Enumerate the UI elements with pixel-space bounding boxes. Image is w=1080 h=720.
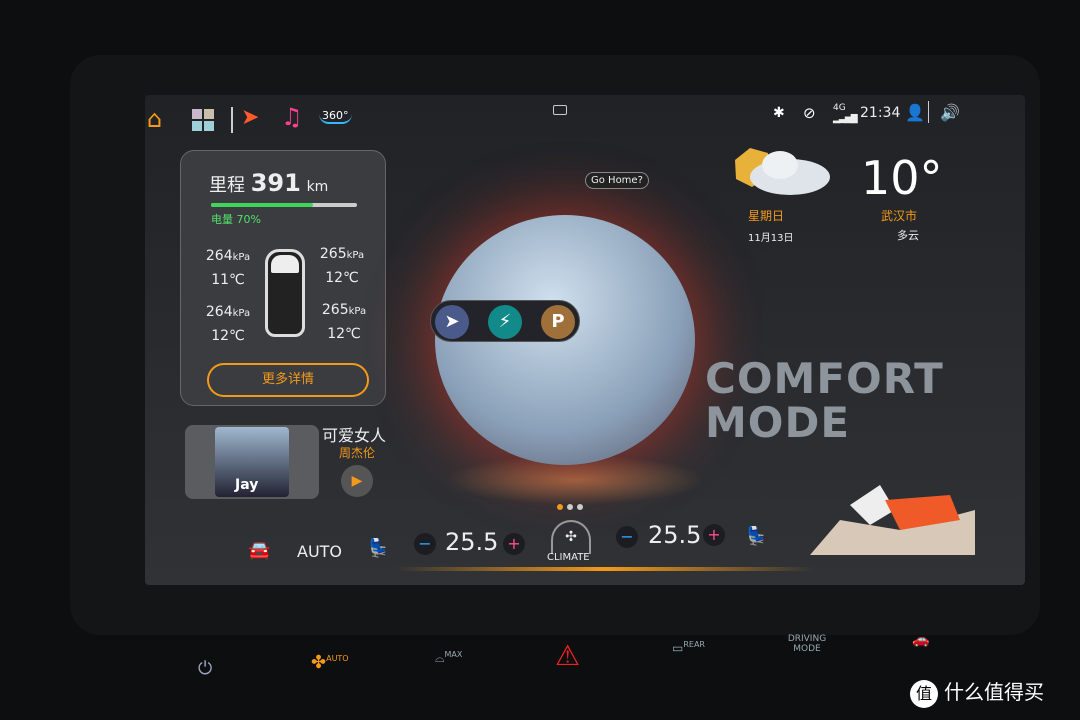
wifi-off-icon[interactable]: ⊘ [803, 104, 816, 122]
signal-icon: ▂▃▅▇ [833, 114, 858, 124]
climate-label[interactable]: CLIMATE [547, 552, 590, 563]
tire-front-left: 264kPa 11℃ [205, 248, 251, 288]
play-button[interactable]: ▶ [341, 465, 373, 497]
date: 11月13日 [748, 233, 794, 244]
album-art: Jay [215, 427, 289, 497]
poi-quick-bar: ➤ ⚡ P [430, 300, 580, 342]
navigate-button[interactable]: ➤ [435, 305, 469, 339]
page-indicator [555, 495, 585, 514]
watermark: 值什么值得买 [910, 676, 1044, 708]
fox-illustration [810, 485, 975, 555]
range-unit: km [306, 179, 329, 195]
right-temp-minus-button[interactable]: − [616, 526, 638, 548]
range-value: 391 [250, 169, 301, 197]
song-artist: 周杰伦 [339, 446, 376, 460]
weekday: 星期日 [748, 209, 785, 223]
car-top-view-icon [265, 249, 305, 337]
right-temp: 25.5 [648, 521, 702, 549]
left-seat-heat-icon[interactable]: 💺 [367, 538, 389, 559]
rear-defrost-button[interactable]: ▭REAR [672, 640, 705, 655]
go-home-prompt[interactable]: Go Home? [585, 172, 649, 189]
user-icon[interactable]: 👤 [905, 103, 925, 122]
parking-button[interactable]: P [541, 305, 575, 339]
battery-bar [211, 203, 357, 207]
volume-icon[interactable]: 🔊 [940, 103, 960, 122]
climate-glow [395, 567, 815, 571]
left-temp: 25.5 [445, 528, 499, 556]
infotainment-screen: ⌂ ➤ ♫ 360° ✱ ⊘ 4G ▂▃▅▇ 21:34 👤 🔊 里程 391 … [145, 95, 1025, 585]
bluetooth-icon[interactable]: ✱ [773, 105, 785, 121]
divider [928, 101, 929, 123]
vehicle-status-card[interactable]: 里程 391 km 电量 70% 264kPa 11℃ 265kPa 12℃ 264… [180, 150, 386, 406]
climate-auto-button[interactable]: AUTO [297, 542, 342, 561]
right-seat-heat-icon[interactable]: 💺 [745, 526, 767, 547]
music-card[interactable]: Jay [185, 425, 319, 499]
partly-cloudy-icon [735, 148, 830, 195]
charging-station-button[interactable]: ⚡ [488, 305, 522, 339]
drive-mode-label: COMFORT MODE [705, 354, 944, 447]
car-settings-button[interactable]: 🚗 [912, 632, 929, 648]
left-temp-minus-button[interactable]: − [414, 533, 436, 555]
tire-rear-right: 265kPa 12℃ [321, 302, 367, 342]
tire-front-right: 265kPa 12℃ [319, 246, 365, 286]
navigation-icon[interactable]: ➤ [241, 105, 259, 130]
fan-icon[interactable]: ✣ [551, 520, 591, 554]
more-details-button[interactable]: 更多详情 [207, 363, 369, 397]
car-climate-icon[interactable]: 🚘 [248, 540, 270, 561]
front-defrost-button[interactable]: ⌓MAX [435, 650, 462, 666]
home-icon[interactable]: ⌂ [147, 105, 162, 133]
weather-condition: 多云 [897, 229, 919, 242]
360-camera-icon[interactable]: 360° [319, 109, 352, 124]
power-button[interactable]: ⏻ [198, 658, 212, 679]
network-label: 4G [833, 103, 846, 113]
right-temp-plus-button[interactable]: + [703, 524, 725, 546]
fan-auto-button[interactable]: ✤AUTO [311, 652, 349, 673]
hazard-button[interactable]: ⚠ [555, 639, 580, 672]
range-label: 里程 [209, 175, 245, 196]
divider [231, 107, 233, 133]
apps-icon[interactable] [192, 109, 214, 131]
notification-handle-icon[interactable] [553, 105, 567, 115]
tire-rear-left: 264kPa 12℃ [205, 304, 251, 344]
driving-mode-button[interactable]: DRIVING MODE [784, 634, 830, 654]
outside-temperature: 10° [861, 151, 943, 205]
song-title: 可爱女人 [322, 426, 387, 445]
clock: 21:34 [860, 105, 901, 121]
range-readout: 里程 391 km [209, 169, 328, 197]
left-temp-plus-button[interactable]: + [503, 533, 525, 555]
city: 武汉市 [881, 209, 918, 223]
music-icon[interactable]: ♫ [281, 103, 303, 131]
battery-label: 电量 70% [211, 213, 261, 226]
